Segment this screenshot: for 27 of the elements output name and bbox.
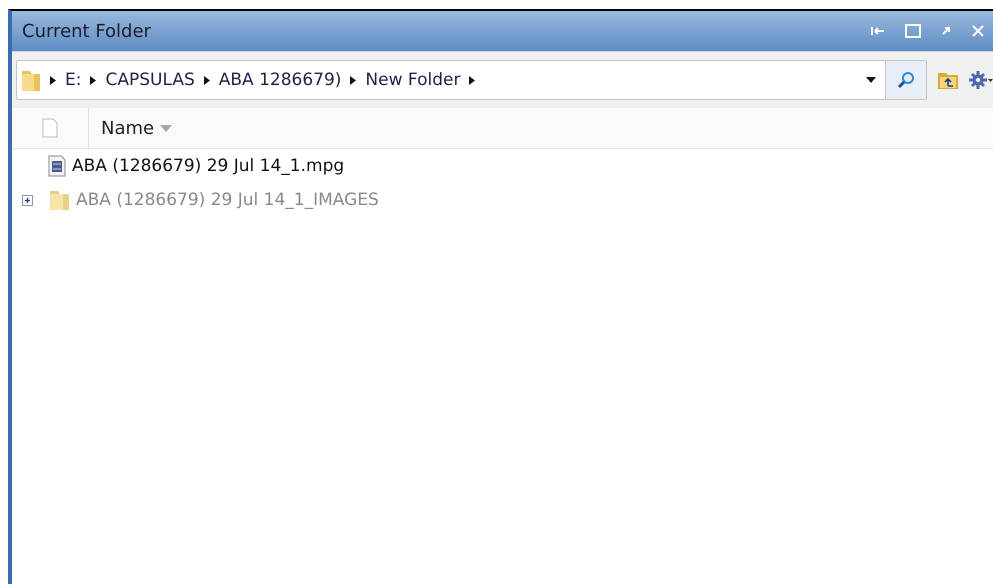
folder-icon (48, 189, 70, 211)
dropdown-icon[interactable] (866, 77, 876, 83)
file-name[interactable]: ABA (1286679) 29 Jul 14_1_IMAGES (76, 190, 379, 210)
folder-icon (21, 68, 41, 92)
chevron-icon[interactable] (350, 76, 356, 84)
maximize-icon[interactable] (905, 24, 921, 38)
folder-up-icon[interactable] (937, 70, 959, 90)
close-icon[interactable] (971, 24, 985, 38)
chevron-icon[interactable] (50, 76, 56, 84)
file-name[interactable]: ABA (1286679) 29 Jul 14_1.mpg (72, 156, 344, 176)
search-button[interactable] (885, 61, 926, 99)
address-bar[interactable]: E: CAPSULAS ABA 1286679) New Folder (16, 60, 927, 100)
breadcrumb-item[interactable]: New Folder (365, 70, 460, 90)
chevron-icon[interactable] (90, 76, 96, 84)
breadcrumb-item[interactable]: CAPSULAS (105, 70, 195, 90)
gear-icon[interactable] (969, 70, 993, 90)
breadcrumb-item[interactable]: E: (65, 70, 82, 90)
search-icon (897, 71, 915, 89)
video-file-icon (48, 155, 66, 177)
chevron-icon[interactable] (204, 76, 210, 84)
window-title: Current Folder (22, 20, 152, 42)
undock-icon[interactable] (941, 26, 951, 36)
dock-icon[interactable] (871, 25, 885, 37)
document-icon (42, 118, 58, 138)
expand-icon[interactable] (22, 194, 32, 206)
chevron-icon[interactable] (469, 76, 476, 84)
breadcrumb-item[interactable]: ABA 1286679) (218, 70, 342, 90)
